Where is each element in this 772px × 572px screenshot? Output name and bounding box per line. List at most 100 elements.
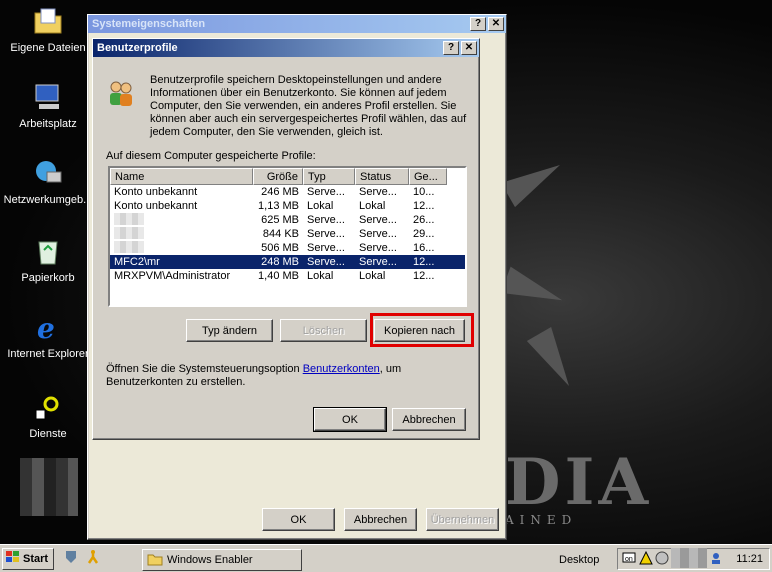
clock[interactable]: 11:21 xyxy=(736,553,769,565)
profile-row[interactable]: Konto unbekannt 246 MB Serve... Serve... 10.… xyxy=(110,185,465,199)
redacted-name xyxy=(114,212,144,225)
profile-cell-status: Serve... xyxy=(359,256,397,268)
profile-cell-name: MFC2\mr xyxy=(114,256,160,268)
user-accounts-link[interactable]: Benutzerkonten xyxy=(303,363,380,375)
profile-cell-ge: 26... xyxy=(413,214,435,226)
desktop-icon-label: Arbeitsplatz xyxy=(19,118,77,130)
profile-row[interactable]: Konto unbekannt 1,13 MB Lokal Lokal 12... xyxy=(110,199,465,213)
desktop-icon-label: Papierkorb xyxy=(21,272,75,284)
profile-cell-status: Lokal xyxy=(359,270,386,282)
user-profiles-dialog: Benutzerprofile ? ✕ Benutzerprofile spei… xyxy=(92,38,480,440)
apply-button[interactable]: Übernehmen xyxy=(426,508,499,531)
help-button[interactable]: ? xyxy=(470,17,486,31)
windows-logo-icon xyxy=(6,551,20,566)
folder-icon xyxy=(147,552,163,569)
desktop-icon-netzwerk[interactable]: Netzwerkumgeb... xyxy=(0,156,96,206)
profile-cell-status: Serve... xyxy=(359,242,397,254)
dialog-ok-button[interactable]: OK xyxy=(313,407,387,432)
user-profiles-titlebar[interactable]: Benutzerprofile ? ✕ xyxy=(93,39,479,57)
start-label: Start xyxy=(23,552,49,565)
system-tray: on 11:21 xyxy=(617,547,770,571)
desktop-icon-papierkorb[interactable]: Papierkorb xyxy=(0,234,96,284)
quick-launch-runner-icon[interactable] xyxy=(86,549,102,568)
tray-user-icon[interactable] xyxy=(709,551,723,568)
profile-row[interactable]: 625 MB Serve... Serve... 26... xyxy=(110,212,465,228)
wallpaper-shape xyxy=(501,266,567,314)
close-button[interactable]: ✕ xyxy=(461,41,477,55)
profiles-list[interactable]: Name Größe Typ Status Ge... Konto unbeka… xyxy=(108,166,467,307)
profile-cell-typ: Serve... xyxy=(307,214,345,226)
profile-cell-size: 625 MB xyxy=(261,214,299,226)
column-header-size[interactable]: Größe xyxy=(253,168,303,185)
profile-cell-ge: 16... xyxy=(413,242,435,254)
desktop-toolbar-label[interactable]: Desktop xyxy=(559,554,599,566)
profile-row[interactable]: MRXPVM\Administrator 1,40 MB Lokal Lokal 12.… xyxy=(110,269,465,283)
desktop-icon-internet-explorer[interactable]: e Internet Explorer xyxy=(0,310,96,360)
recycle-bin-icon xyxy=(31,234,65,268)
column-header-name[interactable]: Name xyxy=(110,168,253,185)
wallpaper-shape xyxy=(501,152,567,208)
change-type-button[interactable]: Typ ändern xyxy=(186,319,273,342)
profile-cell-status: Serve... xyxy=(359,186,397,198)
start-button[interactable]: Start xyxy=(2,547,54,570)
internet-explorer-icon: e xyxy=(31,310,65,344)
taskbar: Start Windows Enabler Desktop on 11:21 xyxy=(0,544,772,572)
profile-row[interactable]: MFC2\mr 248 MB Serve... Serve... 12... xyxy=(110,255,465,269)
tray-antivirus-icon[interactable] xyxy=(655,551,669,568)
system-properties-titlebar[interactable]: Systemeigenschaften ? ✕ xyxy=(88,15,506,33)
svg-text:e: e xyxy=(37,312,55,342)
profile-cell-size: 246 MB xyxy=(261,186,299,198)
profile-cell-typ: Serve... xyxy=(307,186,345,198)
desktop-icon-arbeitsplatz[interactable]: Arbeitsplatz xyxy=(0,80,96,130)
window-title: Systemeigenschaften xyxy=(92,18,206,30)
tray-pixelated-icon xyxy=(671,547,707,571)
wallpaper-text: DIA xyxy=(505,445,653,520)
profile-cell-size: 1,13 MB xyxy=(258,200,299,212)
profile-cell-ge: 10... xyxy=(413,186,435,198)
desktop-icon-dienste[interactable]: Dienste xyxy=(0,390,96,440)
profile-cell-name: MRXPVM\Administrator xyxy=(114,270,231,282)
redacted-name xyxy=(114,226,144,239)
taskbar-item-windows-enabler[interactable]: Windows Enabler xyxy=(142,549,302,571)
dialog-title: Benutzerprofile xyxy=(97,42,178,54)
dialog-cancel-button[interactable]: Abbrechen xyxy=(392,408,466,431)
tray-network-icon[interactable]: on xyxy=(621,550,637,569)
svg-text:on: on xyxy=(625,556,633,563)
profile-cell-ge: 12... xyxy=(413,270,435,282)
services-icon xyxy=(31,390,65,424)
profile-row[interactable]: 506 MB Serve... Serve... 16... xyxy=(110,240,465,256)
tray-warning-icon[interactable] xyxy=(639,550,653,568)
profile-cell-name xyxy=(110,240,253,256)
profile-cell-ge: 29... xyxy=(413,228,435,240)
profile-cell-status: Lokal xyxy=(359,200,386,212)
column-header-type[interactable]: Typ xyxy=(303,168,355,185)
profile-row[interactable]: 844 KB Serve... Serve... 29... xyxy=(110,226,465,241)
info-text: Benutzerprofile speichern Desktopeinstel… xyxy=(150,74,467,138)
quick-launch xyxy=(64,549,102,568)
pixelated-icon xyxy=(20,458,78,516)
profile-cell-size: 506 MB xyxy=(261,242,299,254)
profile-cell-name xyxy=(110,212,253,228)
profile-cell-size: 1,40 MB xyxy=(258,270,299,282)
profiles-list-label: Auf diesem Computer gespeicherte Profile… xyxy=(106,150,316,162)
users-icon xyxy=(107,79,135,110)
profile-cell-size: 248 MB xyxy=(261,256,299,268)
column-header-status[interactable]: Status xyxy=(355,168,409,185)
profile-cell-typ: Lokal xyxy=(307,200,334,212)
profile-cell-typ: Serve... xyxy=(307,228,345,240)
desktop-icon-label: Dienste xyxy=(29,428,67,440)
folder-documents-icon xyxy=(31,4,65,38)
column-header-changed[interactable]: Ge... xyxy=(409,168,447,185)
cancel-button[interactable]: Abbrechen xyxy=(344,508,417,531)
profile-cell-size: 844 KB xyxy=(262,228,299,240)
desktop-icon-eigene-dateien[interactable]: Eigene Dateien xyxy=(0,4,96,54)
close-button[interactable]: ✕ xyxy=(488,17,504,31)
quick-launch-shield-icon[interactable] xyxy=(64,549,78,568)
desktop-icon-label: Eigene Dateien xyxy=(10,42,86,54)
desktop-icon-label: Netzwerkumgeb... xyxy=(3,194,93,206)
delete-button[interactable]: Löschen xyxy=(280,319,367,342)
profile-cell-status: Serve... xyxy=(359,214,397,226)
ok-button[interactable]: OK xyxy=(262,508,335,531)
help-button[interactable]: ? xyxy=(443,41,459,55)
highlight-annotation xyxy=(370,313,474,347)
